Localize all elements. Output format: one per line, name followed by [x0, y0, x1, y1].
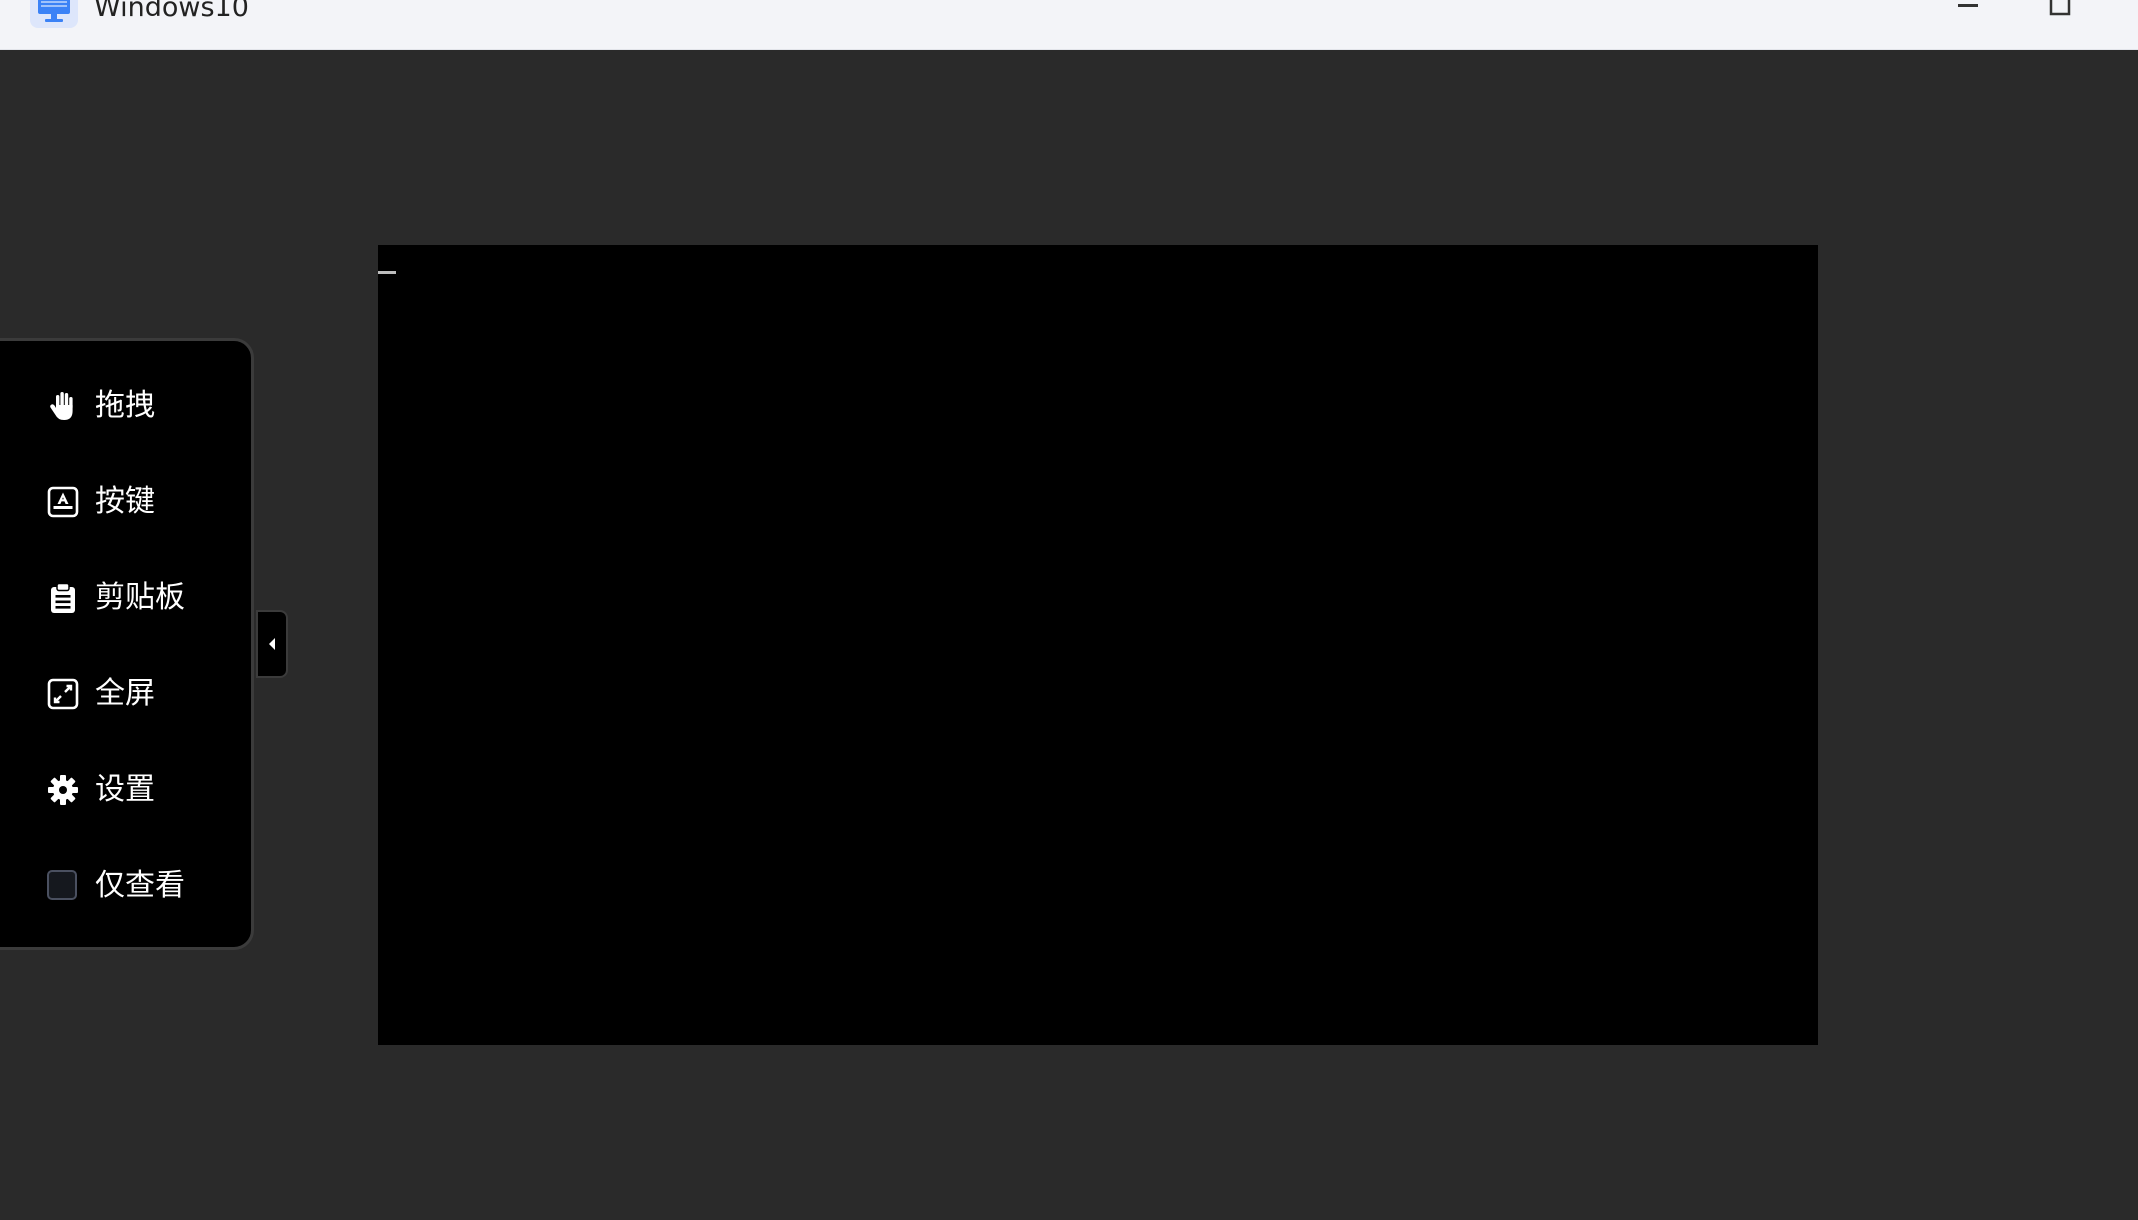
hand-icon: [50, 392, 73, 420]
title-bar: Windows10: [0, 0, 2138, 50]
drag-button[interactable]: 拖拽: [0, 376, 251, 436]
gear-icon: [48, 775, 78, 805]
keys-label: 按键: [95, 484, 155, 519]
toolbar-collapse-button[interactable]: [256, 610, 288, 678]
clipboard-icon: [51, 582, 75, 613]
view-only-label: 仅查看: [95, 868, 185, 903]
keys-button[interactable]: 按键: [0, 472, 251, 532]
monitor-app-icon: [30, 0, 78, 28]
drag-label: 拖拽: [95, 388, 155, 423]
settings-button[interactable]: 设置: [0, 760, 251, 820]
minimize-icon: [1958, 4, 1978, 7]
maximize-icon: [2049, 0, 2071, 16]
toolbar-panel: 拖拽 按键 剪贴板 全屏 设置 仅查看: [0, 338, 254, 950]
clipboard-label: 剪贴板: [95, 580, 185, 615]
fullscreen-button[interactable]: 全屏: [0, 664, 251, 724]
minimize-button[interactable]: [1948, 0, 1988, 26]
keyboard-key-icon: [47, 486, 79, 518]
remote-desktop-screen[interactable]: [378, 245, 1818, 1045]
fullscreen-label: 全屏: [95, 676, 155, 711]
caret-left-icon: [269, 638, 275, 650]
view-only-toggle[interactable]: 仅查看: [0, 856, 251, 916]
window-title: Windows10: [94, 0, 249, 23]
text-cursor: [378, 271, 396, 274]
view-only-checkbox[interactable]: [47, 870, 77, 900]
clipboard-button[interactable]: 剪贴板: [0, 568, 251, 628]
fullscreen-icon: [47, 678, 79, 710]
settings-label: 设置: [95, 772, 155, 807]
maximize-button[interactable]: [2040, 0, 2080, 26]
